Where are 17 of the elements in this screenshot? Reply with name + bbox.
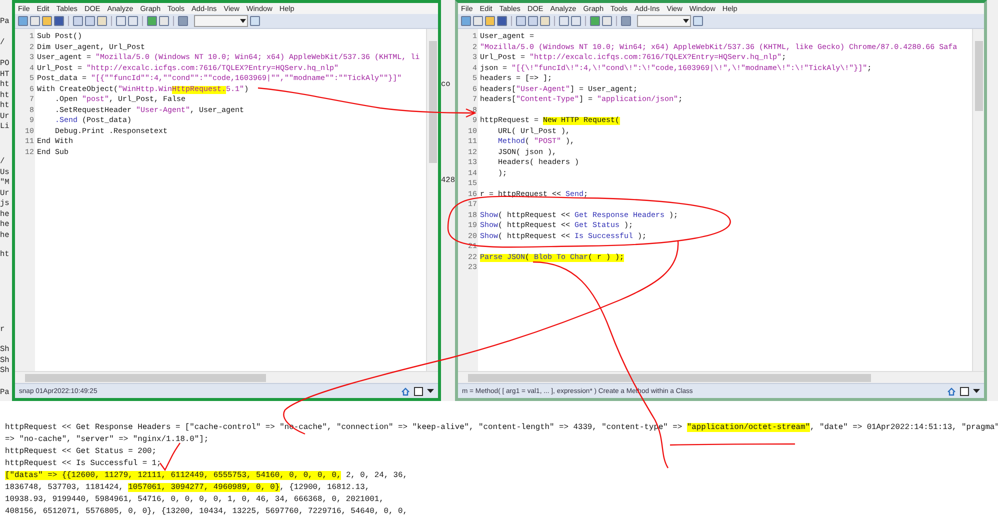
caret-icon [239, 17, 247, 25]
vertical-scrollbar[interactable] [972, 29, 984, 371]
horizontal-scrollbar[interactable] [458, 371, 984, 383]
toolbar-icon[interactable] [250, 16, 260, 26]
checkbox-icon[interactable] [960, 386, 969, 396]
dropdown-field[interactable] [194, 15, 248, 27]
caret-icon[interactable] [427, 388, 434, 394]
vertical-scrollbar[interactable] [426, 29, 438, 371]
horizontal-scrollbar[interactable] [15, 371, 438, 383]
home-icon[interactable] [401, 386, 410, 396]
caret-icon[interactable] [973, 388, 980, 394]
annotation-tick [160, 442, 180, 471]
caret-icon [682, 17, 690, 25]
checkbox-icon[interactable] [414, 386, 423, 396]
toolbar-icon[interactable] [693, 16, 703, 26]
home-icon[interactable] [947, 386, 956, 396]
dropdown-field[interactable] [637, 15, 691, 27]
